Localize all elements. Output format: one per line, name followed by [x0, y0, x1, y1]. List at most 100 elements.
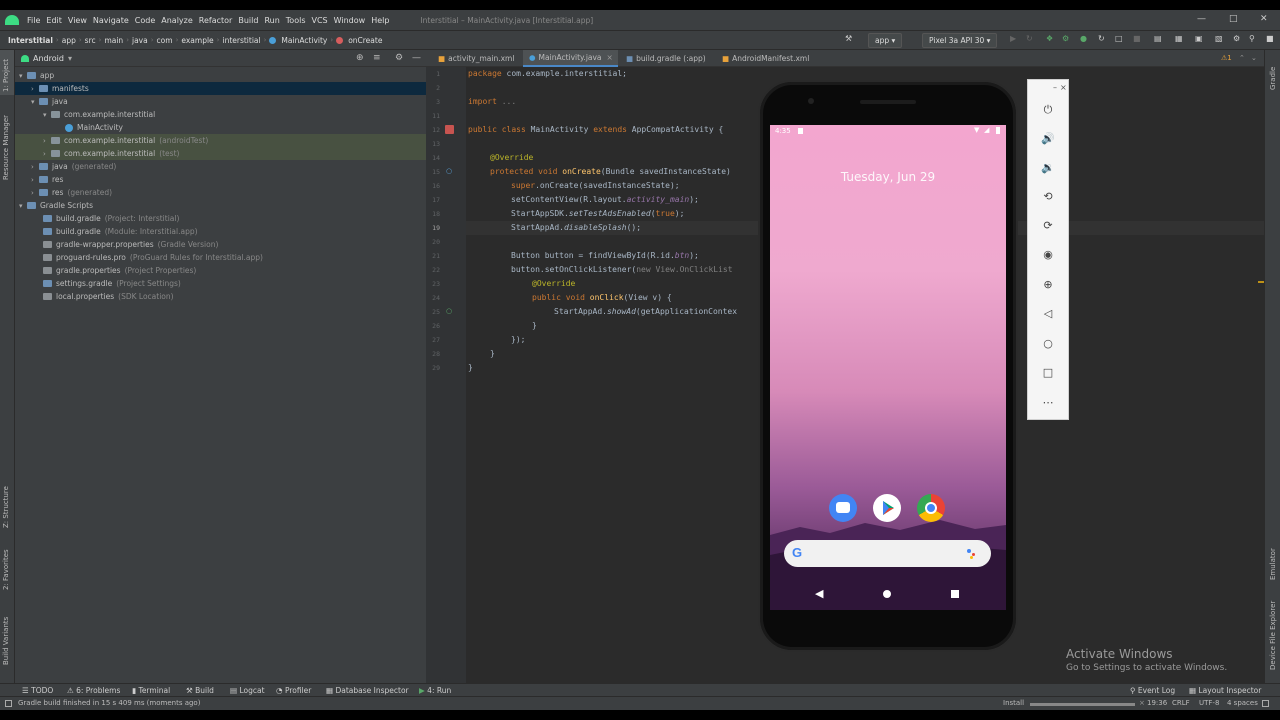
chevron-up-icon[interactable]: ⌃ [1239, 54, 1245, 62]
breadcrumb-project[interactable]: Interstitial [0, 36, 56, 45]
tree-item[interactable]: build.gradle (Module: Interstitial.app) [15, 225, 426, 238]
hammer-icon[interactable]: ⚒ [845, 34, 852, 47]
tree-item[interactable]: › res (generated) [15, 186, 426, 199]
rotate-left-icon[interactable]: ⟲ [1037, 188, 1059, 206]
breadcrumb-java[interactable]: java [129, 36, 151, 45]
menu-run[interactable]: Run [261, 16, 282, 25]
breadcrumb-src[interactable]: src [82, 36, 99, 45]
tree-item[interactable]: › com.example.interstitial (test) [15, 147, 426, 160]
tool-project[interactable]: 1: Project [2, 59, 10, 92]
user-icon[interactable]: ■ [1266, 34, 1274, 47]
indent-setting[interactable]: 4 spaces [1227, 699, 1258, 707]
minimize-icon[interactable]: – [1053, 83, 1057, 92]
status-toggle-icon[interactable] [5, 700, 12, 707]
rotate-right-icon[interactable]: ⟳ [1037, 217, 1059, 235]
tool-layout-inspector[interactable]: ▦ Layout Inspector [1189, 686, 1261, 695]
chevron-down-icon[interactable]: ⌄ [1251, 54, 1257, 62]
breadcrumb-main[interactable]: main [101, 36, 126, 45]
tool-gradle[interactable]: Gradle [1269, 67, 1277, 90]
attach-debugger-icon[interactable]: ⚙ [1062, 34, 1069, 47]
home-nav-icon[interactable] [883, 590, 891, 598]
home-icon[interactable]: ○ [1037, 335, 1059, 353]
minimize-icon[interactable]: — [1197, 14, 1206, 24]
close-icon[interactable]: ✕ [1260, 14, 1268, 24]
tool-favorites[interactable]: 2: Favorites [2, 549, 10, 590]
clock-date[interactable]: Tuesday, Jun 29 [770, 170, 1006, 184]
tab-build-gradle[interactable]: ■ build.gradle (:app) [622, 50, 718, 67]
tool-emulator[interactable]: Emulator [1269, 548, 1277, 580]
tree-item[interactable]: › res [15, 173, 426, 186]
tab-androidmanifest-xml[interactable]: ■ AndroidManifest.xml [718, 50, 818, 67]
tree-item[interactable]: ▾ java [15, 95, 426, 108]
tree-item[interactable]: › com.example.interstitial (androidTest) [15, 134, 426, 147]
breadcrumb-mainactivity[interactable]: MainActivity [278, 36, 330, 45]
breadcrumb-oncreate[interactable]: onCreate [345, 36, 385, 45]
settings-icon[interactable]: ⚙ [1233, 34, 1240, 47]
tool-database-inspector[interactable]: ▦ Database Inspector [326, 686, 409, 695]
tree-item[interactable]: gradle.properties (Project Properties) [15, 264, 426, 277]
run-icon[interactable]: ▶ [1010, 34, 1016, 47]
tool-todo[interactable]: ☰ TODO [22, 686, 53, 695]
cursor-position[interactable]: 19:36 [1147, 699, 1167, 707]
collapse-icon[interactable]: ≡ [373, 53, 381, 63]
lock-icon[interactable] [1262, 700, 1269, 707]
menu-window[interactable]: Window [331, 16, 369, 25]
tool-profiler[interactable]: ◔ Profiler [276, 686, 311, 695]
messages-app-icon[interactable] [829, 494, 857, 522]
camera-icon[interactable]: ◉ [1037, 246, 1059, 264]
tree-item-selected[interactable]: › manifests [15, 82, 426, 95]
tree-item[interactable]: MainActivity [15, 121, 426, 134]
close-icon[interactable]: × [1060, 83, 1067, 92]
tree-item[interactable]: › java (generated) [15, 160, 426, 173]
avd-manager-icon[interactable]: □ [1115, 34, 1123, 47]
tool-device-file-explorer[interactable]: Device File Explorer [1269, 601, 1277, 670]
power-icon[interactable]: ⏻ [1037, 101, 1059, 119]
more-icon[interactable]: ⋯ [1037, 394, 1059, 412]
file-encoding[interactable]: UTF-8 [1199, 699, 1219, 707]
tool-structure[interactable]: Z: Structure [2, 486, 10, 528]
tree-item[interactable]: ▾ Gradle Scripts [15, 199, 426, 212]
stop-icon[interactable]: ■ [1133, 34, 1141, 47]
menu-analyze[interactable]: Analyze [158, 16, 196, 25]
hide-icon[interactable]: — [412, 53, 421, 63]
back-nav-icon[interactable]: ◀ [815, 587, 823, 600]
maximize-icon[interactable]: □ [1229, 14, 1238, 24]
breadcrumb-app[interactable]: app [59, 36, 79, 45]
tab-mainactivity-java[interactable]: ● MainActivity.java × [523, 50, 618, 67]
layout-icon[interactable]: ▧ [1215, 34, 1223, 47]
line-separator[interactable]: CRLF [1172, 699, 1190, 707]
emulator-screen[interactable]: 4:35 ▼ ◢ Tuesday, Jun 29 G ◀ [770, 125, 1006, 610]
sdk-manager-icon[interactable]: ▦ [1175, 34, 1183, 47]
menu-file[interactable]: File [24, 16, 43, 25]
tree-item[interactable]: ▾ com.example.interstitial [15, 108, 426, 121]
status-message[interactable]: Gradle build finished in 15 s 409 ms (mo… [18, 699, 200, 707]
tool-resource-manager[interactable]: Resource Manager [2, 115, 10, 180]
menu-navigate[interactable]: Navigate [90, 16, 132, 25]
tool-build-variants[interactable]: Build Variants [2, 617, 10, 665]
debug-icon[interactable]: ❖ [1046, 34, 1053, 47]
play-store-icon[interactable] [873, 494, 901, 522]
gear-icon[interactable]: ⚙ [395, 53, 403, 63]
profile-icon[interactable]: ● [1080, 34, 1087, 47]
menu-view[interactable]: View [65, 16, 90, 25]
chrome-icon[interactable] [917, 494, 945, 522]
volume-up-icon[interactable]: 🔊 [1037, 130, 1059, 148]
override-icon[interactable]: ○ [446, 167, 452, 175]
tree-item[interactable]: settings.gradle (Project Settings) [15, 277, 426, 290]
breadcrumb-interstitial[interactable]: interstitial [219, 36, 263, 45]
menu-help[interactable]: Help [368, 16, 392, 25]
assistant-icon[interactable] [967, 549, 971, 553]
tool-terminal[interactable]: ▮ Terminal [132, 686, 170, 695]
menu-refactor[interactable]: Refactor [196, 16, 236, 25]
zoom-icon[interactable]: ⊕ [1037, 276, 1059, 294]
menu-tools[interactable]: Tools [283, 16, 309, 25]
back-icon[interactable]: ◁ [1037, 305, 1059, 323]
chevron-down-icon[interactable]: ▾ [68, 54, 72, 63]
locate-icon[interactable]: ⊕ [356, 53, 364, 63]
tab-close-icon[interactable]: × [607, 53, 613, 62]
recents-nav-icon[interactable] [951, 590, 959, 598]
tree-item[interactable]: ▾ app [15, 69, 426, 82]
overview-icon[interactable]: □ [1037, 364, 1059, 382]
menu-vcs[interactable]: VCS [309, 16, 331, 25]
breadcrumb-com[interactable]: com [154, 36, 176, 45]
